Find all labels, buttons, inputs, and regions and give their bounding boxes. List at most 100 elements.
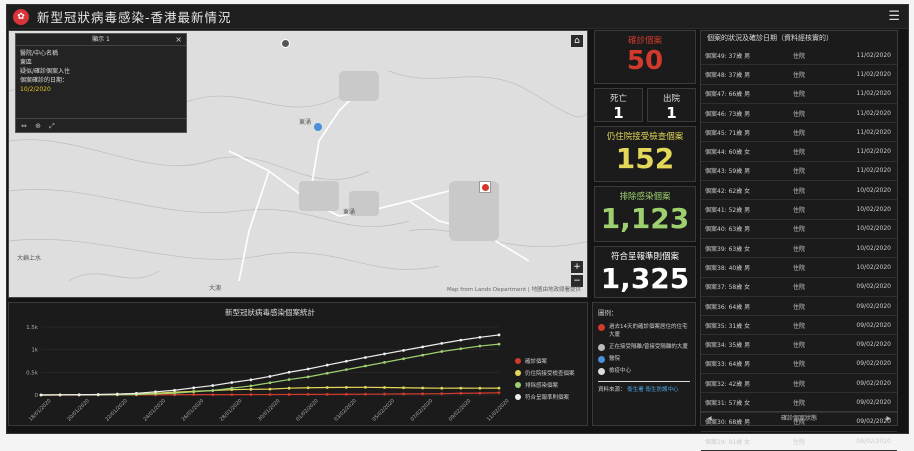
data-point [364,364,367,368]
case-row[interactable]: 個案35: 31歲 女 住院 09/02/2020 [701,316,897,336]
case-row[interactable]: 個案33: 64歲 男 住院 09/02/2020 [701,355,897,375]
case-row[interactable]: 個案48: 37歲 男 住院 11/02/2020 [701,65,897,85]
x-tick-label: 01/02/2020 [295,398,320,423]
case-row[interactable]: 個案31: 57歲 女 住院 09/02/2020 [701,393,897,413]
case-row[interactable]: 個案44: 60歲 女 住院 11/02/2020 [701,142,897,162]
data-point [268,381,272,385]
x-tick-label: 07/02/2020 [410,398,435,423]
series-line [40,343,500,396]
chart-panel: 新型冠狀病毒感染個案統計 0 0.5k 1k 1.5k 18/01/2020 20/01/2… [8,302,588,426]
case-case: 個案36: 64歲 男 [705,303,751,311]
data-point [459,338,463,342]
prev-page-icon[interactable]: ◀ [707,412,712,426]
case-status: 住院 [793,361,806,369]
map-attribution: Map from Lands Department | 地圖由地政總署提供 [446,287,581,293]
case-row[interactable]: 個案39: 63歲 女 住院 10/02/2020 [701,239,897,259]
y-tick-label: 1k [31,348,38,354]
case-row[interactable]: 個案47: 66歲 男 住院 11/02/2020 [701,85,897,104]
discharged-card: 出院 1 [647,88,696,122]
legend-swatch [515,370,521,376]
case-date: 09/02/2020 [856,360,891,368]
data-point [344,392,348,396]
popup-tools[interactable]: ⇔ ⊕ ⤢ [16,118,186,132]
data-point [364,356,367,359]
case-case: 個案35: 31歲 女 [705,322,751,330]
data-point [230,381,234,384]
map-label: 大嶼上水 [17,255,42,262]
case-date: 11/02/2020 [856,128,891,136]
data-point [459,386,463,390]
data-point [344,368,348,372]
legend-item: 醫院 [593,353,695,365]
case-case: 個案40: 63歲 男 [705,226,751,234]
case-row[interactable]: 個案45: 71歲 男 住院 11/02/2020 [701,123,897,143]
case-chart[interactable]: 新型冠狀病毒感染個案統計 0 0.5k 1k 1.5k 18/01/2020 20/01/2… [9,303,589,427]
data-point [344,359,348,363]
case-status: 住院 [793,399,806,407]
data-point [306,386,310,390]
data-point [402,392,405,396]
hospital-marker-icon[interactable] [314,123,322,131]
data-point [478,386,482,390]
case-row[interactable]: 個案42: 62歲 女 住院 10/02/2020 [701,181,897,201]
case-row[interactable]: 個案34: 35歲 男 住院 09/02/2020 [701,335,897,355]
map-popup: 顯示 1 × 醫院/中心名稱 東區 疑似/確診個案入住 個案確診的日期： 10/2… [15,33,187,133]
case-marker-icon[interactable] [479,181,491,193]
case-row[interactable]: 個案29: 91歲 女 住院 09/02/2020 [701,432,897,451]
close-icon[interactable]: × [175,34,182,46]
legend-list: 過去14天的確診個案居住的住宅大廈 正在接受隔離/曾接受隔離的大廈 醫院 檢疫中心 [593,321,695,377]
data-point [306,375,310,379]
data-point [211,389,215,392]
data-point [497,386,501,390]
legend-swatch [515,358,521,364]
case-row[interactable]: 個案36: 64歲 男 住院 09/02/2020 [701,297,897,317]
case-row[interactable]: 個案40: 63歲 男 住院 10/02/2020 [701,220,897,239]
case-row[interactable]: 個案38: 40歲 男 住院 10/02/2020 [701,258,897,278]
case-row[interactable]: 個案32: 42歲 男 住院 09/02/2020 [701,374,897,394]
data-point [249,384,253,388]
zoom-in-button[interactable]: + [571,261,583,273]
case-date: 09/02/2020 [856,302,891,310]
chart-legend-label: 仍住院接受檢查個案 [525,369,575,377]
next-page-icon[interactable]: ▶ [886,412,891,426]
hospital-card: 仍住院接受檢查個案 152 [594,126,696,182]
data-point [211,393,215,397]
case-row[interactable]: 個案41: 52歲 男 住院 10/02/2020 [701,200,897,220]
case-list-panel: 個案的狀況及確診日期（資料經核實的） 個案49: 37歲 男住院 11/02/20… [700,30,898,451]
map-label: 東涌 [299,119,312,126]
data-point [497,342,501,346]
data-point [325,392,329,396]
map-label: 大澳 [209,285,222,292]
x-tick-label: 03/02/2020 [333,398,358,423]
case-row[interactable]: 個案49: 37歲 男 住院 11/02/2020 [701,46,897,66]
case-status: 住院 [793,91,806,99]
source-link[interactable]: 衞生署 衞生防護中心 [627,387,678,393]
case-status: 住院 [793,168,806,176]
home-icon[interactable]: ⌂ [571,35,583,47]
page-title: 新型冠狀病毒感染-香港最新情況 [37,10,232,25]
series-line [40,334,500,396]
data-point [478,391,482,395]
case-list[interactable]: 個案49: 37歲 男住院 11/02/2020 個案48: 37歲 男住院 11/0… [701,46,897,451]
case-row[interactable]: 個案46: 73歲 男 住院 11/02/2020 [701,104,897,124]
confirmed-card: 確診個案 50 [594,30,696,84]
legend-marker-icon [598,324,605,331]
menu-icon[interactable]: ☰ [888,9,900,24]
case-row[interactable]: 個案37: 58歲 女 住院 09/02/2020 [701,278,897,297]
case-status: 住院 [793,245,806,253]
data-point [268,387,272,391]
popup-date: 10/2/2020 [20,86,51,93]
popup-line: 東區 [20,59,33,66]
data-point [402,357,405,361]
y-tick-label: 0.5k [26,370,39,376]
case-case: 個案41: 52歲 男 [705,207,751,215]
legend-swatch [515,382,521,388]
data-point [287,370,291,374]
map-panel[interactable]: 東涌 東涌 大嶼上水 大澳 顯示 1 × 醫院/中心名稱 東區 疑似/確診個案入住… [8,30,588,298]
case-row[interactable]: 個案43: 59歲 男 住院 11/02/2020 [701,162,897,182]
chart-legend-label: 符合呈報準則個案 [525,393,570,401]
deaths-card: 死亡 1 [594,88,643,122]
quarantine-marker-icon[interactable] [281,39,290,48]
case-list-footer: ◀ 確診個案狀態 ▶ [701,411,897,425]
data-point [325,371,329,375]
